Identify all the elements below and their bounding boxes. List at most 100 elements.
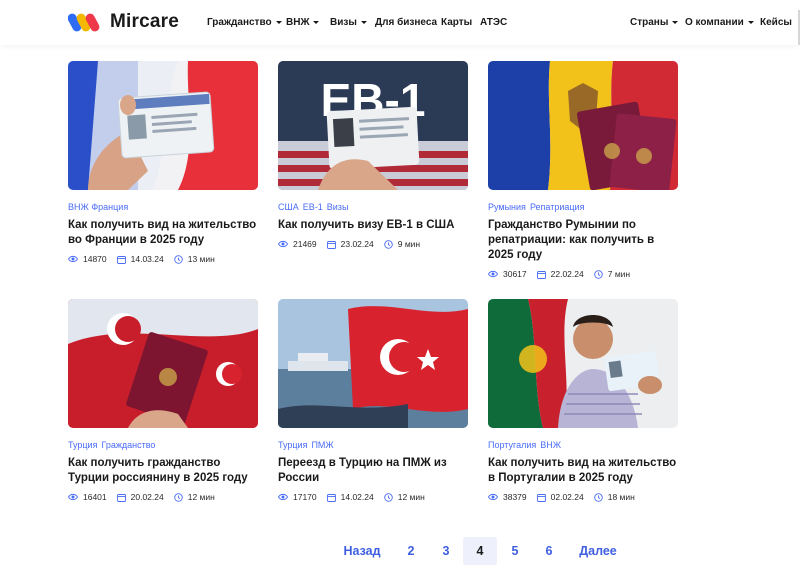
eye-icon — [68, 493, 78, 501]
tag[interactable]: ПМЖ — [311, 440, 333, 450]
article-tags: США EB-1 Визы — [278, 202, 468, 213]
publish-date: 20.02.24 — [130, 492, 164, 502]
article-card[interactable]: ВНЖ Франция Как получить вид на жительст… — [68, 61, 258, 264]
current-page[interactable]: 4 — [463, 537, 497, 565]
calendar-icon — [326, 240, 336, 249]
article-tags: Португалия ВНЖ — [488, 440, 678, 451]
publish-date: 22.02.24 — [550, 269, 584, 279]
nav-countries[interactable]: Страны — [630, 17, 679, 28]
clock-icon — [383, 492, 393, 502]
nav-label: О компании — [685, 17, 744, 28]
page-link[interactable]: 5 — [502, 537, 528, 565]
view-count: 21469 — [293, 239, 317, 249]
nav-label: Карты — [441, 17, 473, 28]
article-image[interactable]: EB-1 — [278, 61, 468, 190]
nav-business[interactable]: Для бизнеса — [375, 17, 437, 28]
article-card[interactable]: Румыния Репатриация Гражданство Румынии п… — [488, 61, 678, 279]
article-title[interactable]: Как получить вид на жительство в Португа… — [488, 456, 678, 486]
eye-icon — [488, 270, 498, 278]
eye-icon — [68, 255, 78, 263]
article-meta: 30617 22.02.24 7 мин — [488, 269, 678, 279]
article-meta: 16401 20.02.24 12 мин — [68, 492, 258, 502]
read-time: 9 мин — [397, 239, 421, 249]
tag[interactable]: Румыния — [488, 202, 526, 212]
prev-page-button[interactable]: Назад — [338, 537, 386, 565]
article-image[interactable] — [278, 299, 468, 428]
article-tags: ВНЖ Франция — [68, 202, 258, 213]
article-tags: Турция ПМЖ — [278, 440, 468, 451]
calendar-icon — [116, 493, 126, 502]
publish-date: 02.02.24 — [550, 492, 584, 502]
view-count: 14870 — [83, 254, 107, 264]
article-image[interactable] — [488, 61, 678, 190]
tag[interactable]: Визы — [327, 202, 349, 212]
page-link[interactable]: 2 — [398, 537, 424, 565]
article-image[interactable] — [68, 61, 258, 190]
logo[interactable]: Mircare — [68, 10, 179, 34]
view-count: 38379 — [503, 492, 527, 502]
article-meta: 14870 14.03.24 13 мин — [68, 254, 258, 264]
eye-icon — [278, 493, 288, 501]
logo-icon — [68, 13, 100, 32]
tag[interactable]: Турция — [68, 440, 97, 450]
article-meta: 38379 02.02.24 18 мин — [488, 492, 678, 502]
article-card[interactable]: EB-1 США EB-1 Визы Как получить визу EB-1 … — [278, 61, 468, 249]
calendar-icon — [326, 493, 336, 502]
read-time: 18 мин — [607, 492, 635, 502]
read-time: 12 мин — [397, 492, 425, 502]
nav-cases[interactable]: Кейсы — [760, 17, 792, 28]
logo-text: Mircare — [110, 11, 179, 32]
view-count: 17170 — [293, 492, 317, 502]
nav-cards[interactable]: Карты — [441, 17, 472, 28]
chevron-down-icon — [313, 20, 320, 24]
article-image[interactable] — [488, 299, 678, 428]
article-card[interactable]: Португалия ВНЖ Как получить вид на житель… — [488, 299, 678, 502]
publish-date: 14.03.24 — [130, 254, 164, 264]
nav-visas[interactable]: Визы — [330, 17, 367, 28]
clock-icon — [173, 254, 183, 264]
publish-date: 23.02.24 — [340, 239, 374, 249]
eye-icon — [278, 240, 288, 248]
tag[interactable]: ВНЖ — [540, 440, 561, 450]
nav-apec[interactable]: АТЭС — [480, 17, 507, 28]
chevron-down-icon — [275, 20, 282, 24]
tag[interactable]: Гражданство — [101, 440, 155, 450]
tag[interactable]: ВНЖ Франция — [68, 202, 128, 212]
nav-residence[interactable]: ВНЖ — [286, 17, 320, 28]
article-title[interactable]: Как получить визу EB-1 в США — [278, 218, 468, 233]
next-page-button[interactable]: Далее — [574, 537, 622, 565]
tag[interactable]: EB-1 — [303, 202, 323, 212]
nav-about[interactable]: О компании — [685, 17, 754, 28]
nav-label: Страны — [630, 17, 669, 28]
chevron-down-icon — [360, 20, 367, 24]
nav-label: Гражданство — [207, 17, 272, 28]
article-title[interactable]: Как получить вид на жительство во Франци… — [68, 218, 258, 248]
article-title[interactable]: Как получить гражданство Турции россияни… — [68, 456, 258, 486]
chevron-down-icon — [672, 20, 679, 24]
article-card[interactable]: Турция ПМЖ Переезд в Турцию на ПМЖ из Рос… — [278, 299, 468, 502]
page-link[interactable]: 3 — [433, 537, 459, 565]
nav-label: АТЭС — [480, 17, 508, 28]
article-card[interactable]: Турция Гражданство Как получить гражданст… — [68, 299, 258, 502]
read-time: 12 мин — [187, 492, 215, 502]
article-title[interactable]: Переезд в Турцию на ПМЖ из России — [278, 456, 468, 486]
nav-label: ВНЖ — [286, 17, 310, 28]
tag[interactable]: Турция — [278, 440, 307, 450]
tag[interactable]: США — [278, 202, 299, 212]
clock-icon — [593, 269, 603, 279]
view-count: 30617 — [503, 269, 527, 279]
article-title[interactable]: Гражданство Румынии по репатриации: как … — [488, 218, 678, 263]
page-link[interactable]: 6 — [536, 537, 562, 565]
calendar-icon — [536, 270, 546, 279]
tag[interactable]: Португалия — [488, 440, 536, 450]
article-meta: 17170 14.02.24 12 мин — [278, 492, 468, 502]
site-header: Mircare Гражданство ВНЖ Визы Для бизнеса… — [0, 0, 800, 45]
article-image[interactable] — [68, 299, 258, 428]
publish-date: 14.02.24 — [340, 492, 374, 502]
chevron-down-icon — [747, 20, 754, 24]
nav-label: Для бизнеса — [375, 17, 438, 28]
clock-icon — [593, 492, 603, 502]
nav-citizenship[interactable]: Гражданство — [207, 17, 282, 28]
tag[interactable]: Репатриация — [530, 202, 585, 212]
pagination: Назад 2 3 4 5 6 Далее — [0, 537, 800, 565]
